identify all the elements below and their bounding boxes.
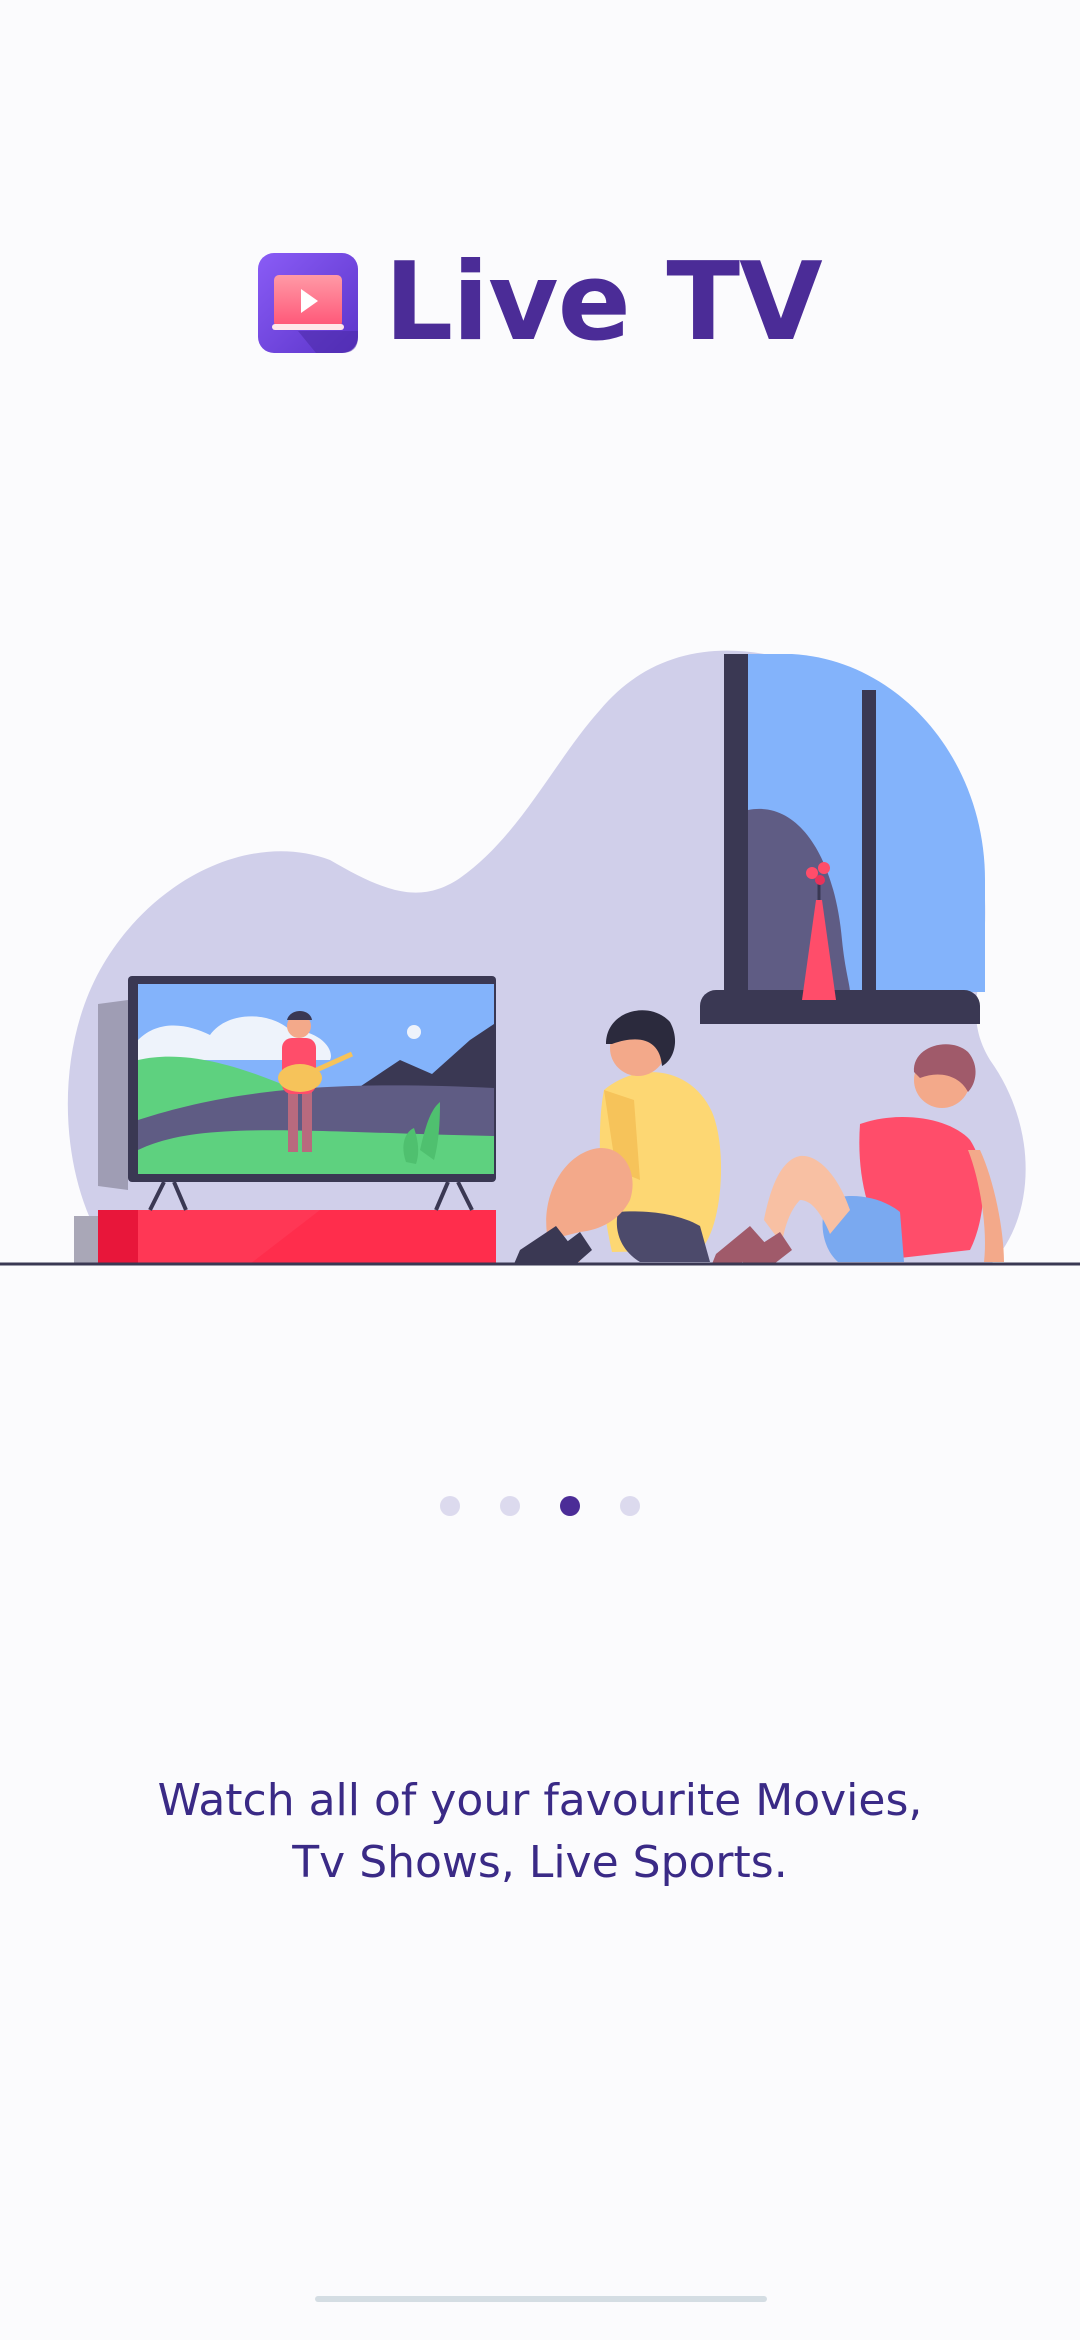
tagline-line-2: Tv Shows, Live Sports.: [292, 1837, 788, 1888]
tagline-line-1: Watch all of your favourite Movies,: [157, 1775, 923, 1826]
play-screen-icon: [258, 253, 359, 353]
window: [700, 654, 985, 1024]
page-dot-1[interactable]: [440, 1496, 460, 1516]
app-brand-header: Live TV: [0, 248, 1080, 358]
page-dot-4[interactable]: [620, 1496, 640, 1516]
onboarding-tagline: Watch all of your favourite Movies, Tv S…: [90, 1770, 990, 1894]
page-dot-3-active[interactable]: [560, 1496, 580, 1516]
app-title: Live TV: [384, 240, 822, 365]
tv-watching-illustration: [0, 650, 1080, 1266]
tv-cabinet: [74, 1210, 496, 1264]
page-dot-2[interactable]: [500, 1496, 520, 1516]
television: [98, 976, 496, 1211]
home-indicator[interactable]: [315, 2296, 767, 2302]
onboarding-page-indicator: [0, 1496, 1080, 1520]
